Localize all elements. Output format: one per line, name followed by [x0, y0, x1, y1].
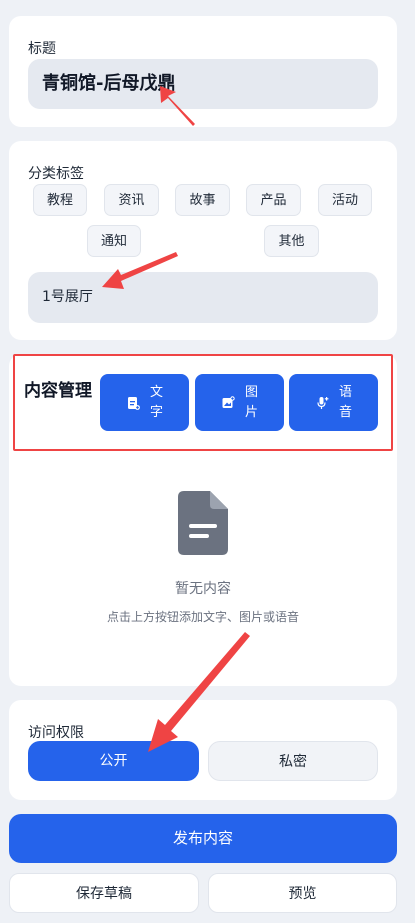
add-audio-button[interactable]: 语音	[289, 374, 378, 431]
access-public-button[interactable]: 公开	[28, 741, 199, 781]
preview-button[interactable]: 预览	[208, 873, 397, 913]
document-plus-icon	[127, 396, 140, 410]
image-plus-icon	[222, 395, 235, 408]
tag-notice[interactable]: 通知	[87, 225, 141, 257]
category-card: 分类标签 教程 资讯 故事 产品 活动 通知 其他 1号展厅	[9, 141, 397, 340]
title-card: 标题 青铜馆-后母戊鼎	[9, 16, 397, 127]
title-input[interactable]: 青铜馆-后母戊鼎	[28, 59, 378, 109]
access-label: 访问权限	[28, 725, 84, 741]
content-management-title: 内容管理	[24, 381, 92, 401]
tag-news[interactable]: 资讯	[104, 184, 159, 216]
category-label: 分类标签	[28, 166, 84, 182]
tag-other[interactable]: 其他	[264, 225, 319, 257]
tag-tutorial[interactable]: 教程	[33, 184, 87, 216]
add-audio-label: 语音	[338, 384, 352, 420]
publish-button[interactable]: 发布内容	[9, 814, 397, 863]
access-card: 访问权限 公开 私密	[9, 700, 397, 800]
save-draft-button[interactable]: 保存草稿	[9, 873, 199, 913]
add-text-button[interactable]: 文字	[100, 374, 189, 431]
add-image-label: 图片	[244, 384, 258, 420]
microphone-plus-icon	[316, 396, 328, 409]
document-icon	[178, 491, 228, 555]
empty-state-title: 暂无内容	[175, 581, 231, 597]
location-input[interactable]: 1号展厅	[28, 272, 378, 323]
tag-product[interactable]: 产品	[246, 184, 301, 216]
empty-state-hint: 点击上方按钮添加文字、图片或语音	[106, 610, 299, 624]
tag-activity[interactable]: 活动	[318, 184, 372, 216]
add-text-label: 文字	[149, 384, 163, 420]
add-image-button[interactable]: 图片	[195, 374, 284, 431]
title-label: 标题	[28, 41, 56, 57]
access-private-button[interactable]: 私密	[208, 741, 378, 781]
tag-story[interactable]: 故事	[175, 184, 230, 216]
content-card: 内容管理 文字 图片 语音 暂无内容 点击上方按钮添加文字、图片或语音	[9, 354, 397, 686]
